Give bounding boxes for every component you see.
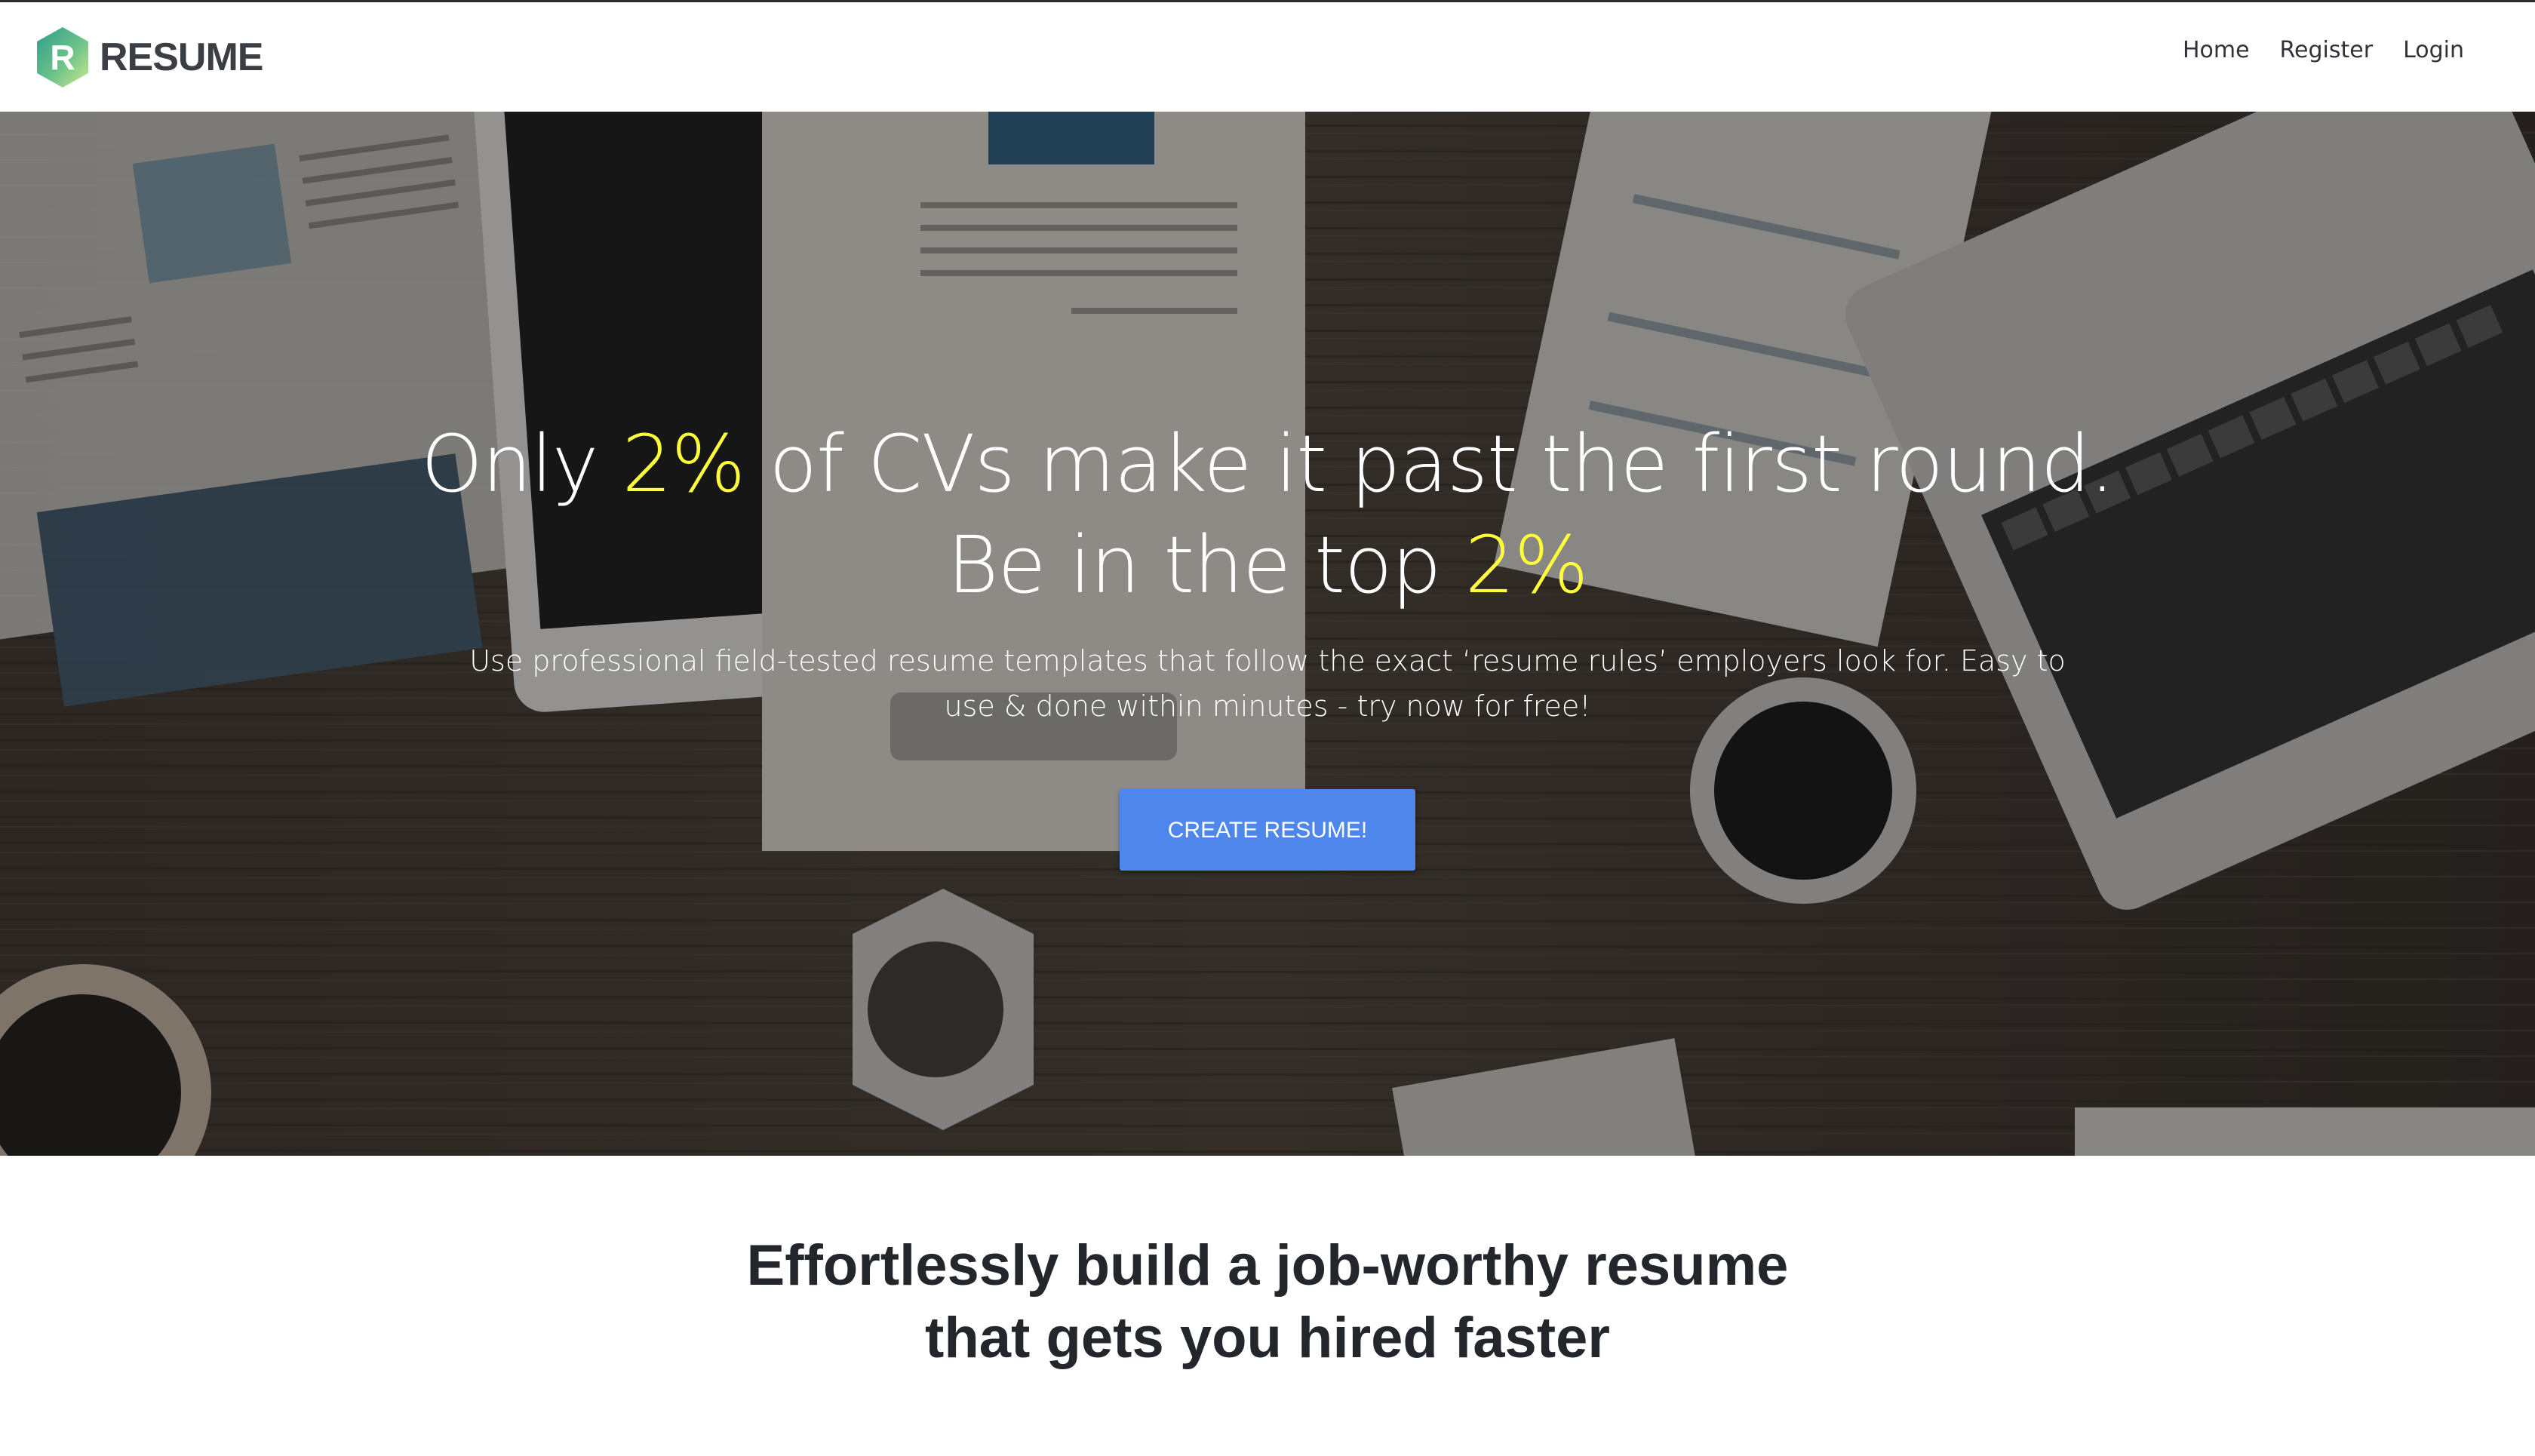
headline-line2-highlight: 2% (1464, 519, 1589, 611)
brand-name: RESUME (100, 35, 263, 79)
headline-line1-suffix: of CVs make it past the first round. (745, 418, 2114, 510)
nav-home-link[interactable]: Home (2183, 37, 2250, 63)
hero-section: Only 2% of CVs make it past the first ro… (0, 112, 2535, 1156)
feature-title: Effortlessly build a job-worthy resume t… (702, 1230, 1833, 1375)
resume-logo-icon: R (37, 27, 88, 88)
headline-line1-highlight: 2% (622, 418, 745, 510)
svg-text:R: R (50, 38, 75, 77)
navbar: R RESUME Home Register Login (0, 0, 2535, 112)
feature-section: Effortlessly build a job-worthy resume t… (0, 1156, 2535, 1456)
hero-headline: Only 2% of CVs make it past the first ro… (0, 413, 2535, 616)
page: R RESUME Home Register Login Only 2% of … (0, 0, 2535, 1456)
feature-title-line2: that gets you hired faster (925, 1306, 1610, 1370)
nav-register-link[interactable]: Register (2280, 37, 2374, 63)
hero-content: Only 2% of CVs make it past the first ro… (0, 413, 2535, 871)
feature-title-line1: Effortlessly build a job-worthy resume (746, 1233, 1789, 1298)
top-nav: Home Register Login (2152, 37, 2464, 63)
create-resume-button[interactable]: CREATE RESUME! (1120, 789, 1415, 871)
brand-home-link[interactable]: R RESUME (35, 25, 263, 90)
hero-subtext: Use professional field-tested resume tem… (469, 644, 2066, 723)
nav-login-link[interactable]: Login (2403, 37, 2464, 63)
headline-line1-prefix: Only (421, 418, 622, 510)
headline-line2-prefix: Be in the top (947, 519, 1465, 611)
